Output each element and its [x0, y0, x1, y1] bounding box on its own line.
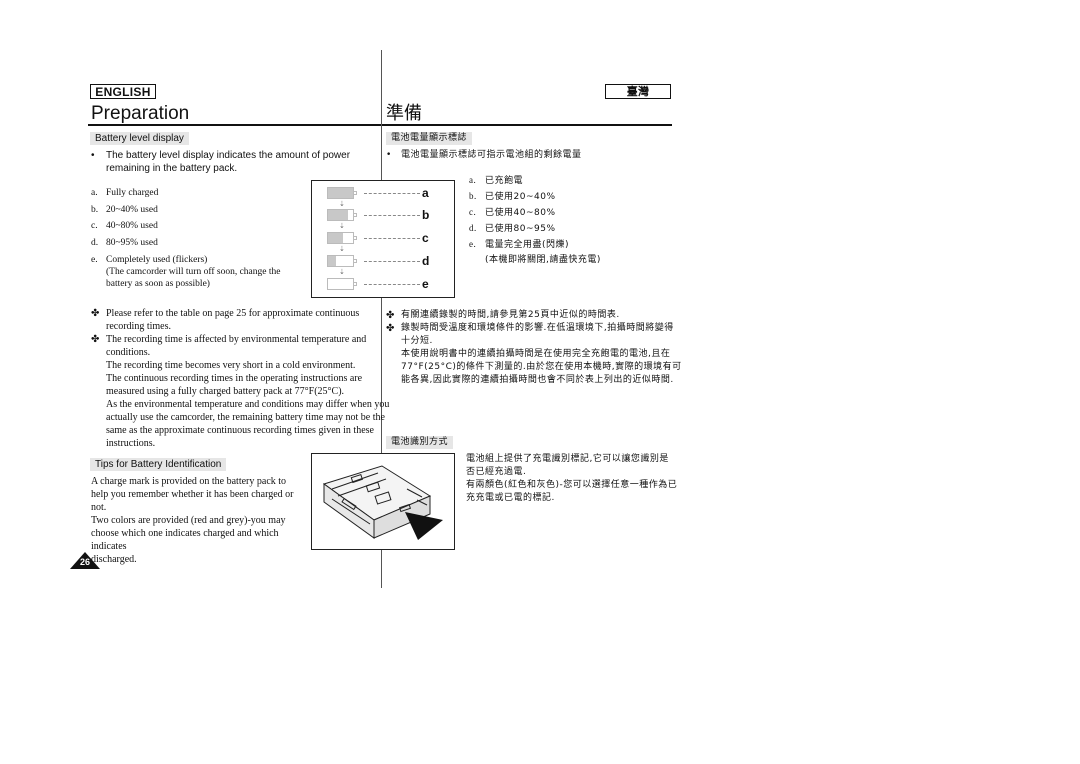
battery-level-label-c: c — [422, 231, 429, 245]
battery-terminal — [354, 213, 357, 217]
level-item-c: c. 40~80% used — [91, 221, 158, 231]
section-heading-battery-id-zh: 電池識別方式 — [386, 436, 454, 449]
page-title-chinese: 準備 — [386, 103, 422, 124]
section-heading-battery-id: Tips for Battery Identification — [90, 458, 227, 471]
level-item-zh-e: e. 電量完全用盡(閃爍) — [469, 239, 570, 250]
battery-fill — [328, 210, 348, 220]
battery-terminal — [354, 282, 357, 286]
bullet: • — [91, 150, 95, 161]
battery-fill — [328, 233, 343, 243]
note-chinese-2: ✤ 錄製時間受溫度和環境條件的影響.在低溫環境下,拍攝時間將變得 十分短. 本使… — [386, 323, 682, 385]
battery-level-label-a: a — [422, 186, 429, 200]
intro-text-zh: 電池電量顯示標誌可指示電池組的剩餘電量 — [401, 150, 582, 160]
battery-fill — [328, 256, 336, 266]
page-number: 26 — [79, 557, 90, 567]
note-chinese-1: ✤ 有關連續錄製的時間,請參見第25頁中近似的時間表. — [386, 310, 620, 321]
leader-line — [364, 215, 420, 216]
battery-id-text: A charge mark is provided on the battery… — [91, 476, 294, 565]
language-tag-taiwan: 臺灣 — [605, 84, 671, 99]
language-tag-english: ENGLISH — [90, 84, 156, 99]
battery-level-intro-zh: • 電池電量顯示標誌可指示電池組的剩餘電量 — [386, 149, 681, 162]
level-item-zh-a: a. 已充飽電 — [469, 175, 524, 186]
page-number-badge: 26 — [70, 552, 100, 569]
leader-line — [364, 284, 420, 285]
battery-level-label-b: b — [422, 208, 430, 222]
section-heading-battery-level: Battery level display — [90, 132, 189, 145]
down-arrow-icon: ⇣ — [339, 223, 345, 230]
intro-text: The battery level display indicates the … — [106, 150, 351, 174]
note-marker-icon: ✤ — [386, 323, 395, 334]
level-item-zh-e-note: (本機即將關閉,請盡快充電) — [485, 255, 601, 265]
level-item-d: d. 80~95% used — [91, 238, 158, 248]
note-english-1: ✤ Please refer to the table on page 25 f… — [91, 308, 360, 332]
note-marker-icon: ✤ — [91, 334, 100, 345]
leader-line — [364, 261, 420, 262]
level-item-zh-c: c. 已使用40~80% — [469, 207, 556, 218]
note-marker-icon: ✤ — [386, 310, 395, 321]
battery-fill — [328, 188, 353, 198]
battery-terminal — [354, 259, 357, 263]
bullet: • — [386, 150, 392, 160]
battery-pack-illustration — [311, 453, 455, 550]
leader-line — [364, 238, 420, 239]
level-list-zh: a. 已充飽電 b. 已使用20~40% c. 已使用40~80% d. 已使用80~9… — [469, 174, 669, 267]
battery-terminal — [354, 191, 357, 195]
level-item-zh-b: b. 已使用20~40% — [469, 191, 556, 202]
leader-line — [364, 193, 420, 194]
battery-level-b-icon — [327, 209, 357, 221]
battery-level-c-icon — [327, 232, 357, 244]
battery-terminal — [354, 236, 357, 240]
level-item-zh-d: d. 已使用80~95% — [469, 223, 556, 234]
battery-level-a-icon — [327, 187, 357, 199]
charge-mark-arrow-icon — [405, 512, 443, 540]
level-item-b: b. 20~40% used — [91, 205, 158, 215]
down-arrow-icon: ⇣ — [339, 269, 345, 276]
battery-level-label-e: e — [422, 277, 429, 291]
battery-id-text-zh: 電池組上提供了充電識別標記,它可以讓您識別是 否已經充過電. 有兩顏色(紅色和灰… — [466, 454, 678, 503]
battery-level-label-d: d — [422, 254, 430, 268]
battery-level-e-icon — [327, 278, 357, 290]
down-arrow-icon: ⇣ — [339, 201, 345, 208]
level-item-a: a. Fully charged — [91, 188, 159, 198]
down-arrow-icon: ⇣ — [339, 246, 345, 253]
battery-level-d-icon — [327, 255, 357, 267]
battery-pack-drawing — [322, 465, 443, 540]
level-item-e: e. Completely used (flickers) (The camcor… — [91, 255, 281, 289]
page-title-english: Preparation — [91, 103, 190, 124]
header-rule — [88, 124, 672, 126]
note-english-2: ✤ The recording time is affected by envi… — [91, 334, 390, 449]
battery-level-intro: • The battery level display indicates th… — [91, 149, 366, 175]
note-marker-icon: ✤ — [91, 308, 100, 319]
section-heading-battery-level-zh: 電池電量顯示標誌 — [386, 132, 473, 145]
battery-level-diagram: a ⇣ b ⇣ c ⇣ d ⇣ e — [311, 180, 455, 298]
